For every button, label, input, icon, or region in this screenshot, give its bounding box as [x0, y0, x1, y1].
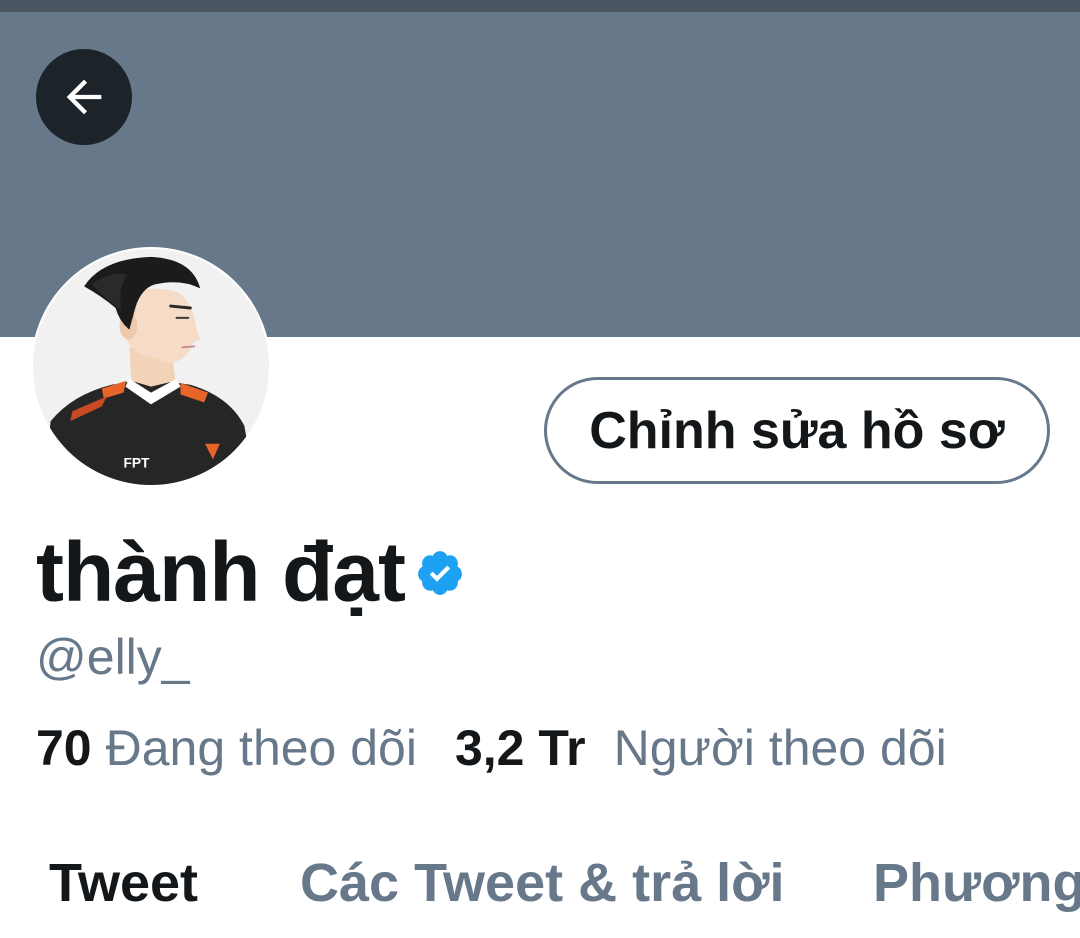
edit-profile-button[interactable]: Chỉnh sửa hồ sơ	[544, 377, 1050, 484]
following-count: 70	[36, 720, 92, 776]
followers-link[interactable]: 3,2 Tr Người theo dõi	[455, 723, 947, 773]
followers-label: Người theo dõi	[613, 720, 947, 776]
display-name-row: thành đạt	[36, 522, 465, 622]
verified-badge-icon	[418, 551, 462, 595]
profile-tabs: Tweet Các Tweet & trả lời Phương	[0, 838, 1080, 938]
follow-stats: 70 Đang theo dõi 3,2 Tr Người theo dõi	[36, 718, 947, 778]
jersey-logo: FPT	[123, 455, 150, 470]
user-handle: @elly_	[36, 629, 190, 685]
back-button[interactable]	[36, 49, 132, 145]
tab-tweets-and-replies[interactable]: Các Tweet & trả lời	[300, 856, 785, 910]
tab-media[interactable]: Phương	[873, 856, 1080, 910]
following-link[interactable]: 70 Đang theo dõi	[36, 723, 417, 773]
avatar[interactable]: FPT	[31, 247, 271, 487]
display-name: thành đạt	[36, 525, 406, 619]
profile-page: FPT Chỉnh sửa hồ sơ thành đạt @elly_ 70 …	[0, 0, 1080, 938]
arrow-left-icon	[66, 79, 102, 115]
following-label: Đang theo dõi	[105, 720, 417, 776]
status-bar	[0, 0, 1080, 12]
followers-count: 3,2 Tr	[454, 720, 586, 776]
avatar-photo: FPT	[33, 249, 269, 485]
tab-tweets[interactable]: Tweet	[49, 856, 198, 910]
